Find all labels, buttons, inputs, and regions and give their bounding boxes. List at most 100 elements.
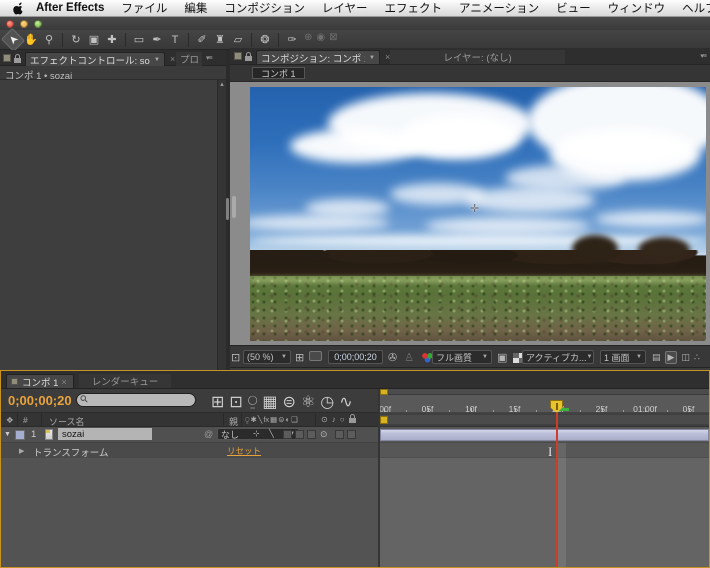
motion-blur-icon[interactable]: ⊜ xyxy=(283,392,296,412)
menu-view[interactable]: ビュー xyxy=(556,0,591,16)
panel-lock-icon[interactable] xyxy=(245,56,252,61)
quality-switch-icon[interactable]: ╲ xyxy=(269,429,274,438)
auto-keyframe-icon[interactable]: ◷ xyxy=(320,392,334,412)
menu-help[interactable]: ヘルプ xyxy=(682,0,710,16)
panel-menu-icon[interactable]: ▾≡ xyxy=(206,54,212,62)
tab-render-queue[interactable]: レンダーキュー xyxy=(79,374,171,388)
zoom-window-button[interactable] xyxy=(34,20,42,28)
parent-pick-whip-icon[interactable]: @ xyxy=(204,429,213,439)
menu-after-effects[interactable]: After Effects xyxy=(36,2,104,14)
current-time-display[interactable]: 0;00;00;20 xyxy=(8,393,72,408)
tab-layer[interactable]: レイヤー: (なし) xyxy=(390,50,565,64)
search-field[interactable]: ⚲ xyxy=(76,393,196,407)
transform-row[interactable]: ▶ トランスフォーム リセット xyxy=(1,443,378,458)
shy-layers-icon[interactable]: ⍜ xyxy=(248,393,258,411)
show-snapshot-icon[interactable]: ♙ xyxy=(404,351,414,364)
minimize-window-button[interactable] xyxy=(20,20,28,28)
panel-menu-icon[interactable]: ▾≡ xyxy=(700,52,706,60)
effect-controls-scrollbar[interactable]: ▲ xyxy=(217,80,226,370)
target-region-icon[interactable]: ▣ xyxy=(497,351,507,364)
zoom-level-dropdown[interactable]: (50 %)▼ xyxy=(243,350,291,364)
draft-3d-icon[interactable]: ⊡ xyxy=(229,392,242,412)
grid-guides-icon[interactable]: ⊞ xyxy=(295,351,304,364)
layer-name-field[interactable]: sozai xyxy=(58,428,152,440)
panel-grip-icon[interactable] xyxy=(234,52,242,60)
lock-switch-box[interactable] xyxy=(347,430,356,439)
scroll-up-icon[interactable]: ▲ xyxy=(219,82,225,88)
panel-grip-icon[interactable] xyxy=(11,378,18,385)
camera-view-dropdown[interactable]: アクティブカ...▼ xyxy=(522,350,594,364)
audio-switch-box[interactable] xyxy=(335,430,344,439)
hand-tool[interactable]: ✋ xyxy=(22,32,40,48)
transform-reset-link[interactable]: リセット xyxy=(227,445,261,457)
rulers-icon[interactable]: ◫ xyxy=(681,352,690,363)
motion-blur-switch-box[interactable] xyxy=(307,430,316,439)
type-tool[interactable]: T xyxy=(166,32,184,48)
frame-blending-icon[interactable]: ▦ xyxy=(262,392,277,412)
brainstorm-icon[interactable]: ⚛ xyxy=(301,392,315,412)
time-ruler[interactable]: :00f05f10f15f20f25f01:00f05f xyxy=(380,395,709,413)
playhead-line[interactable] xyxy=(556,401,558,567)
work-area-start-handle[interactable] xyxy=(380,416,388,424)
resolution-dropdown[interactable]: フル画質▼ xyxy=(432,350,492,364)
work-area-bar[interactable] xyxy=(380,413,709,427)
mini-flowchart-icon[interactable]: ∴ xyxy=(694,352,700,363)
footage-image[interactable]: ✛ xyxy=(250,87,706,341)
stamp-tool[interactable]: ♜ xyxy=(211,32,229,48)
eraser-tool[interactable]: ▱ xyxy=(229,32,247,48)
menu-file[interactable]: ファイル xyxy=(121,0,167,16)
brush-tool[interactable]: ✐ xyxy=(193,32,211,48)
transform-label[interactable]: トランスフォーム xyxy=(33,445,109,459)
video-eye-icon[interactable]: ⊙ xyxy=(320,429,328,440)
always-preview-icon[interactable]: ⊡ xyxy=(231,352,240,364)
view-options-icon[interactable]: ▤ xyxy=(652,352,661,363)
close-tab-icon[interactable]: × xyxy=(61,377,66,387)
comp-chip[interactable]: コンポ 1 xyxy=(252,67,305,79)
roto-brush-tool[interactable]: ❂ xyxy=(256,32,274,48)
collapse-switch-icon[interactable]: ⊹ xyxy=(253,429,260,438)
puppet-pin-tool[interactable]: ✑ xyxy=(283,32,301,48)
camera-tool[interactable]: ▣ xyxy=(85,32,103,48)
pan-behind-tool[interactable]: ✚ xyxy=(103,32,121,48)
rotation-tool[interactable]: ↻ xyxy=(67,32,85,48)
panel-grip-icon[interactable] xyxy=(3,54,11,62)
menu-edit[interactable]: 編集 xyxy=(184,0,207,16)
tab-composition[interactable]: コンポジション: コンポ 1 ▼ xyxy=(256,50,380,64)
fx-switch-box[interactable] xyxy=(283,430,292,439)
viewer-timecode-field[interactable]: 0;00;00;20 xyxy=(328,350,383,364)
cloud xyxy=(400,115,520,159)
menu-effect[interactable]: エフェクト xyxy=(385,0,443,16)
layer-color-swatch[interactable] xyxy=(15,430,25,440)
primary-viewer-icon[interactable]: ▶ xyxy=(665,351,678,364)
adjustment-column-icon: ◐ xyxy=(286,415,291,425)
panel-lock-icon[interactable] xyxy=(14,58,21,63)
viewer-scrollbar-handle[interactable] xyxy=(232,196,236,218)
pen-tool[interactable]: ✒ xyxy=(148,32,166,48)
close-tab-icon[interactable]: × xyxy=(170,54,175,64)
comp-mini-flowchart-icon[interactable]: ⊞ xyxy=(211,392,224,412)
menu-window[interactable]: ウィンドウ xyxy=(608,0,666,16)
chevron-down-icon[interactable]: ▼ xyxy=(369,55,375,61)
view-layout-dropdown[interactable]: 1 画面▼ xyxy=(600,350,646,364)
region-of-interest-icon[interactable] xyxy=(309,351,322,361)
graph-editor-icon[interactable]: ∿ xyxy=(339,392,352,412)
anchor-point-icon[interactable]: ✛ xyxy=(470,202,479,215)
menu-animation[interactable]: アニメーション xyxy=(459,0,539,16)
apple-menu-icon[interactable] xyxy=(12,2,23,15)
shape-tool[interactable]: ▭ xyxy=(130,32,148,48)
tab-project-partial[interactable]: プロ xyxy=(176,52,202,66)
frame-blend-switch-box[interactable] xyxy=(295,430,304,439)
menu-layer[interactable]: レイヤー xyxy=(322,0,368,16)
splitter-grip[interactable] xyxy=(226,198,229,220)
twirl-closed-icon[interactable]: ▶ xyxy=(19,447,24,455)
zoom-tool[interactable]: ⚲ xyxy=(40,32,58,48)
tab-comp-1[interactable]: コンポ 1 × xyxy=(6,374,74,388)
snapshot-icon[interactable]: ✇ xyxy=(388,351,397,364)
close-window-button[interactable] xyxy=(6,20,14,28)
menu-composition[interactable]: コンポジション xyxy=(224,0,305,16)
chevron-down-icon[interactable]: ▼ xyxy=(154,57,160,63)
twirl-open-icon[interactable]: ▼ xyxy=(4,431,11,438)
tab-effect-controls[interactable]: エフェクトコントロール: sozai ▼ xyxy=(25,52,165,66)
layer-row[interactable]: ▼ 1 sozai @ なし▼ ⊹ ╲ ⊙ xyxy=(1,427,378,443)
layer-duration-bar[interactable] xyxy=(380,429,709,441)
